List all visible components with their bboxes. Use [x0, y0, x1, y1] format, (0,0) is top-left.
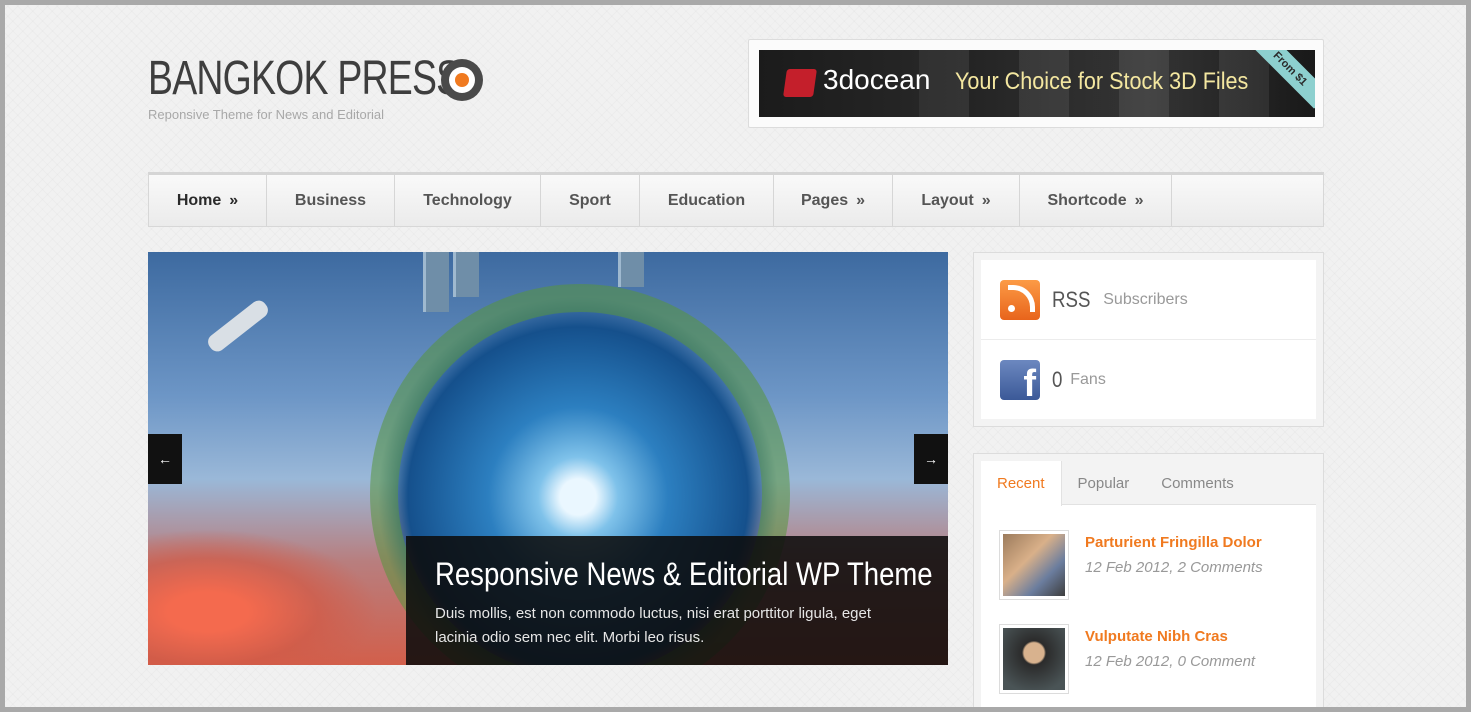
tab-comments[interactable]: Comments — [1145, 461, 1250, 505]
facebook-count: 0 — [1052, 367, 1063, 392]
submenu-arrow-icon: » — [229, 191, 239, 209]
page-frame: BANGKOK PRESS Reponsive Theme for News a… — [5, 5, 1466, 707]
social-counter-widget: RSS Subscribers f 0 Fans — [973, 252, 1324, 427]
social-row-facebook[interactable]: f 0 Fans — [981, 340, 1316, 420]
post-date: 12 Feb 2012, 2 Comments — [1085, 559, 1263, 576]
nav-item-home[interactable]: Home » — [149, 175, 267, 226]
post-date: 12 Feb 2012, 0 Comment — [1085, 653, 1256, 670]
tab-popular[interactable]: Popular — [1062, 461, 1146, 505]
slider-image-building — [618, 252, 644, 287]
slider-image-building — [453, 252, 479, 297]
nav-item-pages[interactable]: Pages » — [774, 175, 893, 226]
3docean-logo-icon — [783, 69, 817, 97]
nav-label: Business — [294, 191, 367, 209]
rss-label: Subscribers — [1103, 290, 1188, 308]
nav-item-sport[interactable]: Sport — [541, 175, 640, 226]
slider-image-building — [423, 252, 449, 312]
site-logo[interactable]: BANGKOK PRESS Reponsive Theme for News a… — [148, 55, 548, 122]
ad-slogan: Your Choice for Stock 3D Files — [955, 68, 1249, 95]
slide-title[interactable]: Responsive News & Editorial WP Theme — [435, 556, 933, 592]
rss-count: RSS — [1052, 286, 1091, 312]
nav-item-business[interactable]: Business — [267, 175, 395, 226]
post-thumbnail[interactable] — [999, 624, 1069, 694]
nav-label: Pages — [800, 191, 849, 209]
list-item: Vulputate Nibh Cras 12 Feb 2012, 0 Comme… — [981, 599, 1316, 694]
nav-item-education[interactable]: Education — [640, 175, 774, 226]
slider-caption: Responsive News & Editorial WP Theme Dui… — [406, 536, 948, 665]
ad-banner[interactable]: 3docean Your Choice for Stock 3D Files F… — [759, 50, 1315, 117]
facebook-label: Fans — [1070, 371, 1106, 388]
tabbed-posts-panel: Recent Popular Comments Parturient Fring… — [981, 461, 1316, 707]
slider-next-button[interactable]: → — [914, 434, 948, 484]
nav-label: Sport — [569, 191, 611, 209]
tabbed-posts-widget: Recent Popular Comments Parturient Fring… — [973, 453, 1324, 707]
thumbnail-image — [1003, 534, 1065, 596]
social-row-rss[interactable]: RSS Subscribers — [981, 260, 1316, 340]
nav-item-shortcode[interactable]: Shortcode » — [1020, 175, 1172, 226]
facebook-icon[interactable]: f — [1000, 360, 1040, 400]
slider-image-airplane — [204, 297, 272, 355]
target-logo-icon — [441, 59, 483, 101]
nav-label: Shortcode — [1047, 191, 1127, 209]
main-nav: Home » Business Technology Sport Educati… — [148, 172, 1324, 227]
submenu-arrow-icon: » — [1134, 191, 1144, 209]
rss-icon[interactable] — [1000, 279, 1040, 320]
slider-prev-button[interactable]: ← — [148, 434, 182, 484]
post-thumbnail[interactable] — [999, 530, 1069, 600]
ad-brand: 3docean — [823, 64, 931, 95]
nav-item-layout[interactable]: Layout » — [893, 175, 1020, 226]
site-tagline: Reponsive Theme for News and Editorial — [148, 107, 385, 122]
nav-label: Education — [667, 191, 746, 209]
featured-slider[interactable]: ← → Responsive News & Editorial WP Theme… — [148, 252, 948, 665]
slide-excerpt: Duis mollis, est non commodo luctus, nis… — [435, 605, 872, 646]
nav-label: Layout — [921, 191, 974, 209]
submenu-arrow-icon: » — [856, 191, 866, 209]
nav-label: Technology — [423, 191, 512, 209]
submenu-arrow-icon: » — [981, 191, 991, 209]
post-title-link[interactable]: Parturient Fringilla Dolor — [1085, 534, 1263, 551]
nav-label: Home — [176, 191, 222, 209]
tab-bar: Recent Popular Comments — [981, 461, 1316, 506]
thumbnail-image — [1003, 628, 1065, 690]
list-item: Parturient Fringilla Dolor 12 Feb 2012, … — [981, 505, 1316, 600]
ad-box: 3docean Your Choice for Stock 3D Files F… — [748, 39, 1324, 128]
post-meta: Parturient Fringilla Dolor 12 Feb 2012, … — [1085, 530, 1263, 599]
social-counter-list: RSS Subscribers f 0 Fans — [981, 260, 1316, 419]
nav-item-technology[interactable]: Technology — [395, 175, 541, 226]
site-title[interactable]: BANGKOK PRESS — [148, 55, 461, 103]
tab-recent[interactable]: Recent — [981, 461, 1062, 506]
post-title-link[interactable]: Vulputate Nibh Cras — [1085, 628, 1255, 645]
post-meta: Vulputate Nibh Cras 12 Feb 2012, 0 Comme… — [1085, 624, 1255, 693]
